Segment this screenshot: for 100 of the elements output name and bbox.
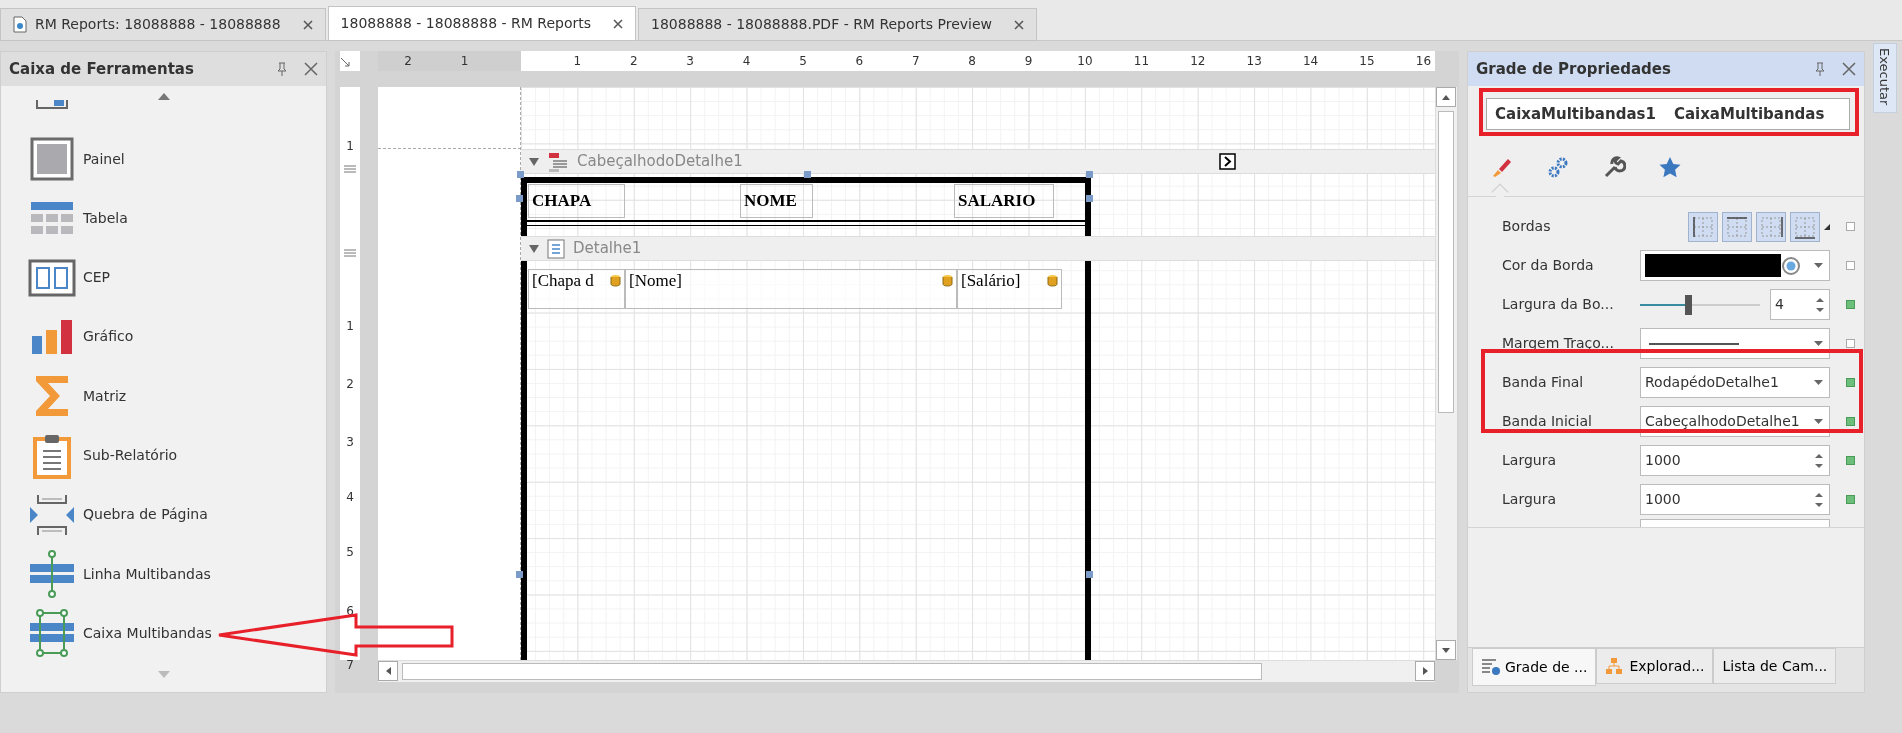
ruler-number: 1	[345, 318, 355, 335]
dropdown-caret-icon[interactable]	[1814, 419, 1823, 424]
page-break-icon[interactable]	[28, 492, 76, 537]
hierarchy-icon	[1605, 656, 1625, 676]
panel-title: Grade de Propriedades	[1476, 58, 1671, 80]
vertical-scrollbar[interactable]	[1435, 87, 1457, 660]
database-icon	[1047, 274, 1058, 287]
selection-handle[interactable]	[517, 171, 524, 178]
caret-icon[interactable]	[529, 244, 539, 253]
panel-tab[interactable]: Explorad...	[1596, 648, 1714, 684]
document-tab[interactable]: 18088888 - 18088888.PDF - RM Reports Preview	[638, 8, 1038, 41]
field-value: 1000	[1645, 490, 1681, 509]
scroll-left-icon[interactable]	[385, 667, 391, 675]
dropdown-caret-icon[interactable]	[1814, 380, 1823, 385]
eyedropper-icon[interactable]	[1781, 255, 1801, 276]
selection-handle[interactable]	[1086, 571, 1093, 578]
pin-icon[interactable]	[1814, 62, 1826, 76]
crossband-box-icon[interactable]	[28, 608, 76, 659]
spin-field[interactable]: 1000	[1640, 445, 1830, 476]
dropdown-caret-icon[interactable]	[1814, 263, 1823, 268]
ruler-number: 6	[855, 53, 864, 70]
crossband-line-icon[interactable]	[28, 549, 76, 600]
corner-arrow-icon	[340, 57, 350, 67]
border-toggle-button[interactable]	[1756, 211, 1786, 242]
tool-item[interactable]: Linha Multibandas	[83, 563, 211, 585]
property-label: Cor da Borda	[1502, 256, 1595, 275]
scroll-right-icon[interactable]	[1422, 667, 1428, 675]
slider-thumb[interactable]	[1685, 294, 1692, 315]
selection-handle[interactable]	[1086, 195, 1093, 202]
ruler-number: 12	[1190, 53, 1206, 70]
ruler-number: 7	[345, 657, 355, 674]
document-tab[interactable]: RM Reports: 18088888 - 18088888	[0, 8, 326, 41]
spin-arrows-icon[interactable]	[1815, 491, 1823, 508]
tool-item[interactable]: Sub-Relatório	[83, 445, 178, 466]
object-type: CaixaMultibandas	[1673, 103, 1825, 125]
object-selector[interactable]: CaixaMultibandas1 CaixaMultibandas	[1486, 98, 1850, 130]
table-icon[interactable]	[29, 200, 75, 237]
border-toggle-button[interactable]	[1790, 211, 1820, 242]
selection-handle[interactable]	[516, 195, 523, 202]
tool-item[interactable]: Quebra de Página	[83, 504, 208, 526]
field-cell[interactable]: [Chapa d	[528, 269, 625, 309]
selection-handle[interactable]	[1086, 171, 1093, 178]
column-header-cell[interactable]: NOME	[740, 184, 813, 218]
field-cell[interactable]: [Salário]	[957, 269, 1062, 309]
ruler-number: 7	[912, 53, 920, 70]
spin-arrows-icon[interactable]	[1816, 296, 1824, 313]
selection-handle[interactable]	[804, 171, 811, 178]
panel-tab[interactable]: Grade de ...	[1472, 648, 1597, 686]
column-header-cell[interactable]: CHAPA	[528, 184, 625, 218]
pin-icon[interactable]	[276, 61, 288, 76]
dropdown-caret-icon[interactable]	[1814, 341, 1823, 346]
ruler-number: 4	[742, 53, 751, 70]
close-icon[interactable]	[302, 19, 313, 30]
clipboard-icon[interactable]	[31, 432, 73, 479]
band-detail-icon	[547, 238, 565, 259]
dropdown-field[interactable]: RodapédoDetalhe1	[1640, 367, 1830, 398]
close-icon[interactable]	[304, 61, 318, 76]
band-name: CabeçalhodoDetalhe1	[577, 151, 743, 173]
document-icon	[13, 16, 27, 33]
scroll-up-icon[interactable]	[157, 93, 170, 101]
scroll-down-icon[interactable]	[1442, 647, 1450, 653]
ruler-number: 14	[1302, 53, 1319, 70]
tool-item[interactable]: Gráfico	[83, 326, 134, 348]
border-toggle-button[interactable]	[1688, 211, 1718, 242]
digit-boxes-icon[interactable]	[28, 258, 76, 297]
tool-item[interactable]: Painel	[83, 148, 125, 170]
document-tab[interactable]: 18088888 - 18088888 - RM Reports	[327, 6, 636, 41]
spin-arrows-icon[interactable]	[1815, 452, 1823, 469]
input-field[interactable]	[1640, 519, 1830, 527]
tool-item[interactable]: Tabela	[83, 207, 128, 229]
close-icon[interactable]	[1014, 19, 1025, 30]
tool-item[interactable]: CEP	[83, 267, 111, 289]
panel-icon[interactable]	[30, 137, 74, 182]
star-icon	[1658, 156, 1682, 180]
column-header-cell[interactable]: SALARIO	[954, 184, 1054, 218]
smart-tag-icon[interactable]	[1219, 153, 1236, 170]
field-value: 1000	[1645, 451, 1681, 470]
bar-chart-icon[interactable]	[30, 318, 74, 356]
spin-field[interactable]: 1000	[1640, 484, 1830, 515]
field-value: RodapédoDetalhe1	[1645, 373, 1779, 392]
field-cell[interactable]: [Nome]	[625, 269, 957, 309]
caret-icon[interactable]	[529, 157, 539, 166]
close-icon[interactable]	[613, 18, 623, 29]
color-picker-field[interactable]	[1640, 250, 1830, 281]
scroll-up-icon[interactable]	[1442, 94, 1450, 100]
close-icon[interactable]	[1842, 62, 1856, 76]
spin-field[interactable]: 4	[1770, 289, 1830, 320]
tool-item[interactable]: Caixa Multibandas	[83, 622, 212, 644]
ruler-number: 11	[1133, 53, 1150, 70]
ruler-number: 2	[630, 53, 638, 70]
ruler-number: 4	[345, 489, 355, 506]
border-toggle-button[interactable]	[1722, 211, 1752, 242]
horizontal-scrollbar[interactable]	[378, 660, 1435, 682]
ruler-number: 1	[573, 53, 582, 70]
checkbox-icon[interactable]	[34, 99, 70, 110]
tool-item[interactable]: Matriz	[83, 385, 127, 407]
selection-handle[interactable]	[516, 571, 523, 578]
panel-tab[interactable]: Lista de Cam...	[1713, 648, 1837, 684]
property-label: Margem Traço...	[1502, 334, 1615, 353]
ruler-number: 3	[345, 434, 355, 451]
